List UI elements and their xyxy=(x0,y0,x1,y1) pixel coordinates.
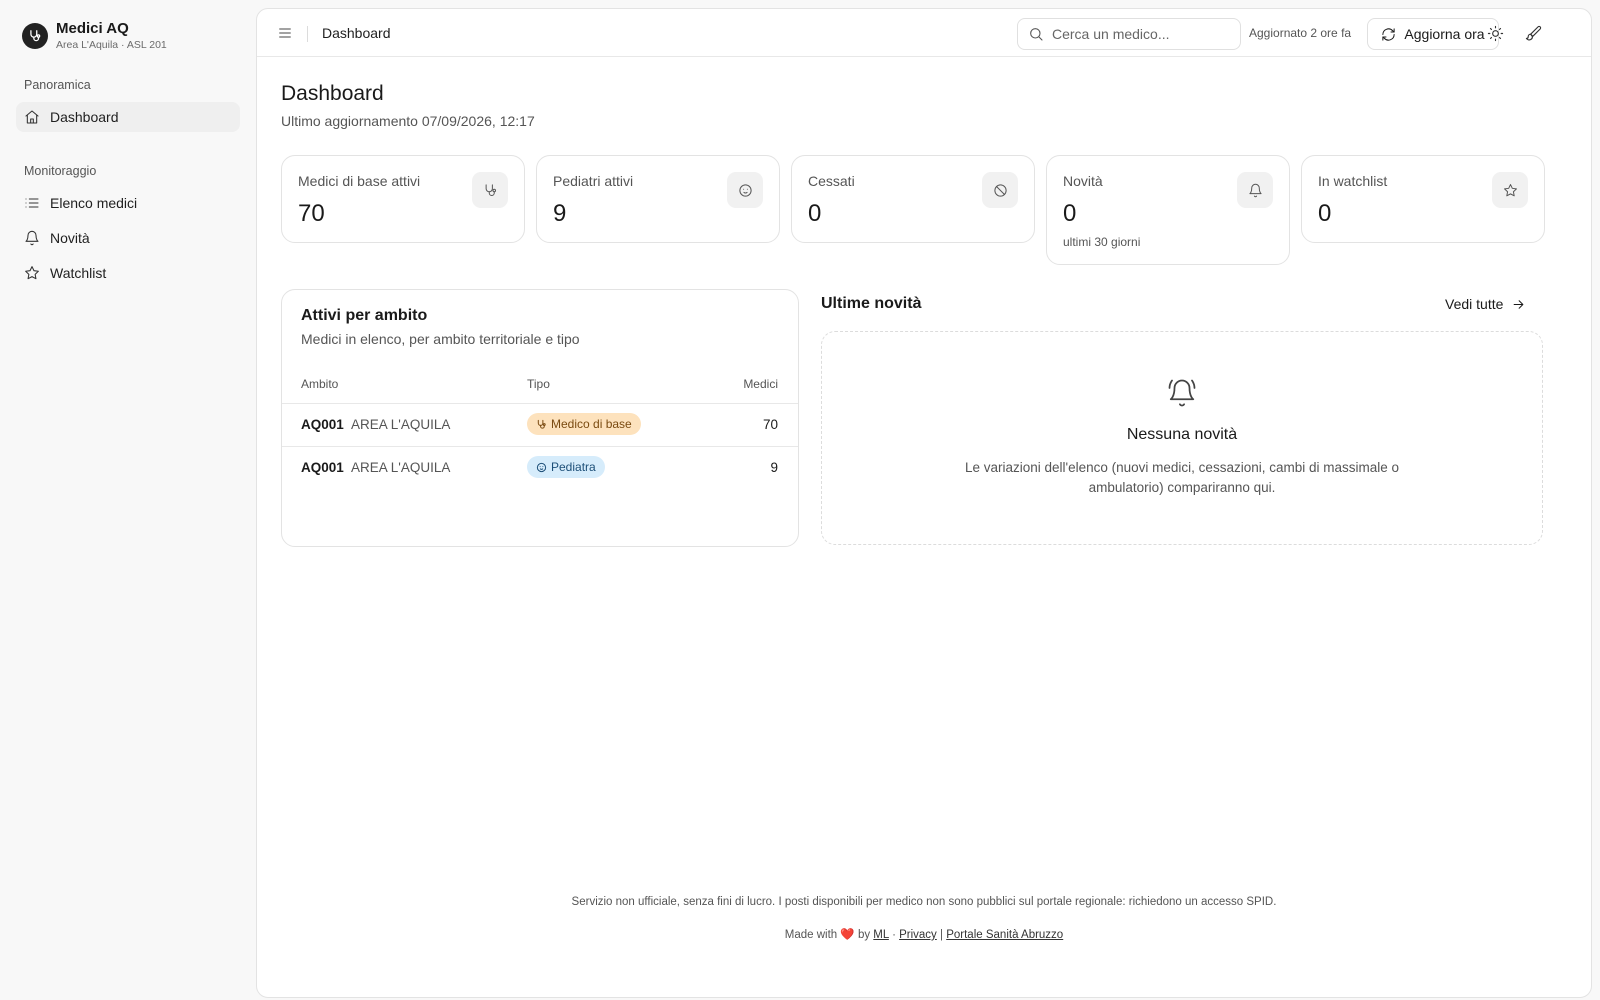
bell-icon xyxy=(1237,172,1273,208)
page-subtitle: Ultimo aggiornamento 07/09/2026, 12:17 xyxy=(281,113,535,129)
search-box[interactable] xyxy=(1017,18,1241,50)
stat-card-novita: Novità 0 ultimi 30 giorni xyxy=(1046,155,1290,265)
baby-icon xyxy=(727,172,763,208)
medici-count: 70 xyxy=(762,417,778,432)
stat-value: 70 xyxy=(298,200,325,227)
sidebar-item-label: Dashboard xyxy=(50,109,119,125)
stethoscope-icon xyxy=(536,419,547,430)
sidebar-item-label: Novità xyxy=(50,230,90,246)
tipo-badge-pediatra: Pediatra xyxy=(527,456,605,478)
brand-title: Medici AQ xyxy=(56,20,129,37)
star-icon xyxy=(24,265,40,281)
news-empty-state: Nessuna novità Le variazioni dell'elenco… xyxy=(821,331,1543,545)
page-title: Dashboard xyxy=(281,82,384,105)
table-row[interactable]: AQ001 AREA L'AQUILA Pediatra 9 xyxy=(282,447,798,489)
sidebar-item-dashboard[interactable]: Dashboard xyxy=(16,102,240,132)
ambito-table-card: Attivi per ambito Medici in elenco, per … xyxy=(281,289,799,547)
stat-value: 0 xyxy=(808,200,822,227)
see-all-link[interactable]: Vedi tutte xyxy=(1445,296,1526,312)
brand[interactable]: Medici AQ Area L'Aquila · ASL 201 xyxy=(22,20,167,52)
star-icon xyxy=(1492,172,1528,208)
arrow-right-icon xyxy=(1511,297,1526,312)
stat-label: Cessati xyxy=(808,173,855,189)
ambito-area: AREA L'AQUILA xyxy=(351,460,451,475)
refresh-button-label: Aggiorna ora xyxy=(1404,26,1485,42)
privacy-link[interactable]: Privacy xyxy=(899,929,937,941)
table-row[interactable]: AQ001 AREA L'AQUILA Medico di base 70 xyxy=(282,404,798,446)
ambito-code: AQ001 xyxy=(301,460,344,475)
sidebar-item-novita[interactable]: Novità xyxy=(16,223,240,253)
tipo-badge-medico: Medico di base xyxy=(527,413,641,435)
sidebar: Medici AQ Area L'Aquila · ASL 201 Panora… xyxy=(0,0,256,1000)
sidebar-item-elenco-medici[interactable]: Elenco medici xyxy=(16,188,240,218)
list-icon xyxy=(24,195,40,211)
menu-toggle-icon[interactable] xyxy=(277,25,293,41)
sidebar-item-label: Watchlist xyxy=(50,265,107,281)
footer-by: by xyxy=(857,929,871,941)
badge-label: Medico di base xyxy=(551,417,632,431)
nav-group-monitoraggio: Monitoraggio xyxy=(24,164,97,178)
theme-toggle-sun-icon[interactable] xyxy=(1487,25,1505,43)
stat-value: 0 xyxy=(1318,200,1332,227)
home-icon xyxy=(24,109,40,125)
column-header-ambito[interactable]: Ambito xyxy=(301,377,338,391)
stat-card-watchlist: In watchlist 0 xyxy=(1301,155,1545,243)
see-all-label: Vedi tutte xyxy=(1445,296,1504,312)
bell-icon xyxy=(24,230,40,246)
footer-credits: Made with ❤️ by ML · Privacy | Portale S… xyxy=(257,927,1591,941)
refresh-button[interactable]: Aggiorna ora xyxy=(1367,18,1499,50)
refresh-icon xyxy=(1381,27,1396,42)
footer-separator: · xyxy=(892,929,896,941)
stethoscope-icon xyxy=(472,172,508,208)
footer-made-with: Made with xyxy=(784,929,838,941)
main-panel: Dashboard Aggiornato 2 ore fa Aggiorna o… xyxy=(256,8,1592,998)
ambito-area: AREA L'AQUILA xyxy=(351,417,451,432)
sidebar-item-label: Elenco medici xyxy=(50,195,138,211)
footer-disclaimer: Servizio non ufficiale, senza fini di lu… xyxy=(571,896,1277,908)
ambito-code: AQ001 xyxy=(301,417,344,432)
updated-status: Aggiornato 2 ore fa xyxy=(1249,26,1352,40)
stat-card-pediatri: Pediatri attivi 9 xyxy=(536,155,780,243)
search-icon xyxy=(1028,26,1044,42)
stat-note: ultimi 30 giorni xyxy=(1063,235,1141,249)
nav-group-panoramica: Panoramica xyxy=(24,78,91,92)
topbar-divider xyxy=(307,26,308,42)
stat-label: Medici di base attivi xyxy=(298,173,421,189)
breadcrumb: Dashboard xyxy=(322,25,391,41)
footer-separator: | xyxy=(940,929,944,941)
author-link[interactable]: ML xyxy=(873,929,889,941)
column-header-tipo[interactable]: Tipo xyxy=(527,377,550,391)
stat-label: Pediatri attivi xyxy=(553,173,634,189)
portal-link[interactable]: Portale Sanità Abruzzo xyxy=(946,929,1063,941)
sidebar-item-watchlist[interactable]: Watchlist xyxy=(16,258,240,288)
stat-value: 9 xyxy=(553,200,567,227)
stat-label: In watchlist xyxy=(1318,173,1388,189)
bell-ring-icon xyxy=(1167,378,1197,408)
search-input[interactable] xyxy=(1052,26,1222,42)
baby-icon xyxy=(536,462,547,473)
brush-icon[interactable] xyxy=(1525,25,1543,43)
card-subtitle: Medici in elenco, per ambito territorial… xyxy=(301,331,580,347)
stat-card-cessati: Cessati 0 xyxy=(791,155,1035,243)
topbar: Dashboard Aggiornato 2 ore fa Aggiorna o… xyxy=(257,9,1591,57)
stat-label: Novità xyxy=(1063,173,1103,189)
badge-label: Pediatra xyxy=(551,460,596,474)
news-section-title: Ultime novità xyxy=(821,295,922,312)
column-header-medici[interactable]: Medici xyxy=(743,377,778,391)
stat-card-medici-base: Medici di base attivi 70 xyxy=(281,155,525,243)
heart-icon: ❤️ xyxy=(840,929,855,941)
empty-state-text: Le variazioni dell'elenco (nuovi medici,… xyxy=(964,460,1400,495)
stat-value: 0 xyxy=(1063,200,1077,227)
ban-icon xyxy=(982,172,1018,208)
card-title: Attivi per ambito xyxy=(301,307,428,324)
medici-count: 9 xyxy=(770,460,778,475)
empty-state-title: Nessuna novità xyxy=(1126,426,1238,443)
brand-subtitle: Area L'Aquila · ASL 201 xyxy=(56,39,167,51)
stethoscope-logo-icon xyxy=(22,23,48,49)
